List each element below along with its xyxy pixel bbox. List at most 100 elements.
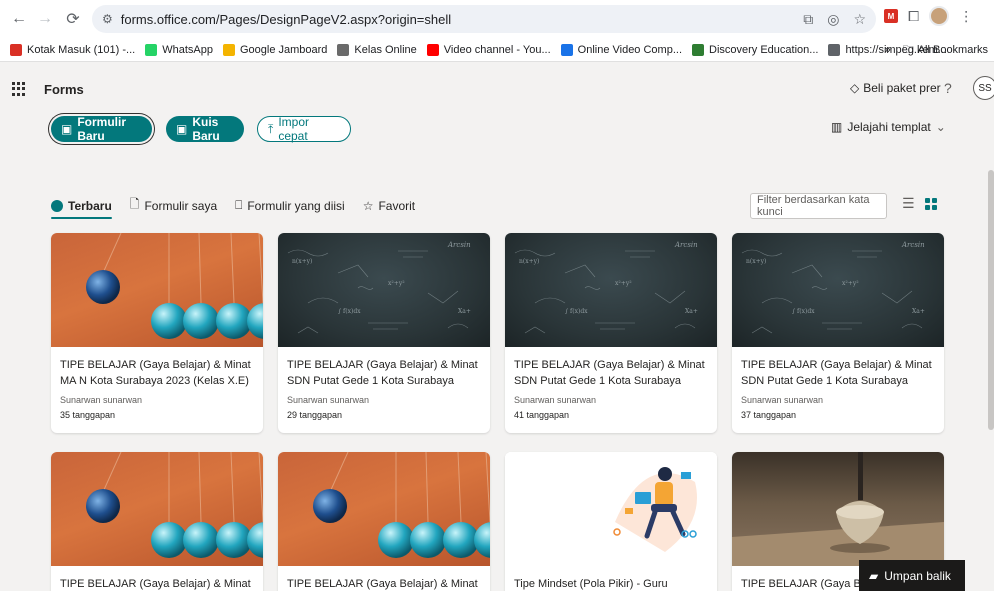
form-thumbnail bbox=[732, 452, 944, 566]
form-thumbnail bbox=[278, 452, 490, 566]
bookmarks-bar: Kotak Masuk (101) -... WhatsApp Google Jam… bbox=[0, 38, 994, 62]
form-author: Sunarwan sunarwan bbox=[287, 395, 370, 405]
svg-text:n(x+y): n(x+y) bbox=[746, 258, 766, 265]
upload-icon: ⤒ bbox=[268, 121, 274, 136]
site-info-icon[interactable]: ⚙ bbox=[102, 12, 113, 26]
form-thumbnail bbox=[51, 452, 263, 566]
svg-text:Xa+: Xa+ bbox=[685, 308, 698, 315]
svg-text:Xa+: Xa+ bbox=[912, 308, 925, 315]
form-thumbnail bbox=[505, 452, 717, 566]
url-text[interactable]: forms.office.com/Pages/DesignPageV2.aspx… bbox=[121, 12, 451, 27]
all-bookmarks-button[interactable]: 🗀 All Bookmarks bbox=[903, 41, 988, 60]
list-view-icon[interactable]: ☰ bbox=[902, 195, 915, 212]
response-count: 35 tanggapan bbox=[60, 410, 116, 420]
form-card[interactable]: TIPE BELAJAR (Gaya Belajar) & Minat MA N… bbox=[51, 233, 263, 433]
chrome-menu-icon[interactable]: ⋮ bbox=[959, 8, 973, 25]
form-thumbnail: Arcsin n(x+y) x²+y² ∫ f(x)dx Xa+ bbox=[732, 233, 944, 347]
tab-filled-forms[interactable]: ⎕ Formulir yang diisi bbox=[235, 198, 345, 219]
profile-avatar[interactable] bbox=[929, 6, 950, 26]
app-title[interactable]: Forms bbox=[44, 82, 84, 97]
bookmark-item[interactable]: WhatsApp bbox=[145, 43, 213, 56]
feedback-icon: ▰ bbox=[869, 568, 879, 583]
form-card[interactable]: Tipe Mindset (Pola Pikir) - Guru bbox=[505, 452, 717, 591]
more-bookmarks-icon[interactable]: » bbox=[885, 44, 891, 56]
bookmark-item[interactable]: Discovery Education... bbox=[692, 43, 819, 56]
svg-text:x²+y²: x²+y² bbox=[388, 280, 405, 287]
svg-text:x²+y²: x²+y² bbox=[615, 280, 632, 287]
card-body: TIPE BELAJAR (Gaya Belajar) & Minat MA bbox=[51, 566, 263, 591]
bookmark-item[interactable]: Google Jamboard bbox=[222, 43, 328, 56]
extension-icon[interactable]: M bbox=[884, 9, 898, 23]
scrollbar[interactable] bbox=[988, 170, 994, 430]
youtube-icon bbox=[426, 43, 439, 56]
chevron-down-icon: ⌄ bbox=[935, 120, 946, 134]
bookmark-label: Google Jamboard bbox=[239, 43, 328, 56]
quiz-icon: ▣ bbox=[176, 122, 188, 136]
response-count: 41 tanggapan bbox=[514, 410, 570, 420]
bookmark-item[interactable]: Kotak Masuk (101) -... bbox=[10, 43, 136, 56]
extensions-puzzle-icon[interactable]: ⧠ bbox=[908, 8, 919, 25]
tab-favorites[interactable]: ☆ Favorit bbox=[363, 199, 415, 219]
bookmark-label: WhatsApp bbox=[162, 43, 213, 56]
form-thumbnail: Arcsin n(x+y) x²+y² ∫ f(x)dx Xa+ bbox=[505, 233, 717, 347]
install-app-icon[interactable]: ⧉ bbox=[803, 11, 813, 28]
bookmark-item[interactable]: Video channel - You... bbox=[426, 43, 551, 56]
help-icon[interactable]: ? bbox=[944, 80, 952, 96]
feedback-button[interactable]: ▰ Umpan balik bbox=[859, 560, 965, 591]
feedback-label: Umpan balik bbox=[884, 568, 951, 583]
whatsapp-icon bbox=[145, 43, 158, 56]
quick-import-label: Impor cepat bbox=[278, 115, 309, 143]
document-icon: 🗋 bbox=[129, 197, 140, 211]
globe-icon bbox=[692, 43, 704, 56]
grid-view-icon[interactable] bbox=[925, 198, 937, 210]
card-body: TIPE BELAJAR (Gaya Belajar) & Minat MA N… bbox=[51, 347, 263, 430]
svg-text:n(x+y): n(x+y) bbox=[519, 258, 539, 265]
forward-icon[interactable]: → bbox=[34, 8, 56, 30]
back-icon[interactable]: ← bbox=[8, 8, 30, 30]
bookmark-item[interactable]: Kelas Online bbox=[337, 43, 417, 56]
svg-text:∫ f(x)dx: ∫ f(x)dx bbox=[338, 308, 361, 315]
bookmark-label: Kotak Masuk (101) -... bbox=[27, 43, 136, 56]
form-thumbnail: Arcsin n(x+y) x²+y² ∫ f(x)dx Xa+ bbox=[278, 233, 490, 347]
tab-recent[interactable]: Terbaru bbox=[51, 199, 112, 219]
app-launcher-icon[interactable] bbox=[12, 82, 26, 96]
form-card[interactable]: Arcsin n(x+y) x²+y² ∫ f(x)dx Xa+ TIPE BELAJAR… bbox=[505, 233, 717, 433]
form-card[interactable]: Arcsin n(x+y) x²+y² ∫ f(x)dx Xa+ TIPE BELAJAR… bbox=[278, 233, 490, 433]
tab-label: Terbaru bbox=[68, 198, 112, 213]
bookmark-label: Discovery Education... bbox=[709, 43, 819, 56]
address-bar[interactable]: ⚙ forms.office.com/Pages/DesignPageV2.as… bbox=[92, 5, 876, 33]
tab-my-forms[interactable]: 🗋 Formulir saya bbox=[130, 195, 217, 222]
form-card[interactable]: Arcsin n(x+y) x²+y² ∫ f(x)dx Xa+ TIPE BELAJAR… bbox=[732, 233, 944, 433]
explore-templates-button[interactable]: ▥ Jelajahi templat ⌄ bbox=[831, 120, 946, 134]
premium-link[interactable]: ◇ Beli paket prer bbox=[850, 81, 941, 95]
form-title: TIPE BELAJAR (Gaya Belajar) & Minat MA N… bbox=[60, 359, 251, 387]
star-icon: ☆ bbox=[362, 198, 374, 213]
tab-label: Formulir yang diisi bbox=[247, 198, 345, 213]
new-quiz-button[interactable]: ▣ Kuis Baru bbox=[166, 115, 244, 143]
form-author: Sunarwan sunarwan bbox=[60, 395, 143, 405]
bookmark-star-icon[interactable]: ☆ bbox=[853, 11, 866, 28]
form-title: Tipe Mindset (Pola Pikir) - Guru bbox=[514, 578, 668, 590]
svg-text:x²+y²: x²+y² bbox=[842, 280, 859, 287]
reload-icon[interactable]: ⟳ bbox=[62, 8, 84, 30]
bookmark-item[interactable]: Online Video Comp... bbox=[560, 43, 682, 56]
folder-icon: 🗀 bbox=[902, 43, 914, 56]
svg-text:∫ f(x)dx: ∫ f(x)dx bbox=[565, 308, 588, 315]
bookmark-label: Online Video Comp... bbox=[577, 43, 682, 56]
new-form-button[interactable]: ▣ Formulir Baru bbox=[51, 115, 152, 143]
premium-label: Beli paket prer bbox=[863, 81, 941, 95]
form-card[interactable]: TIPE BELAJAR (Gaya Belajar) & Minat MA bbox=[51, 452, 263, 591]
tab-label: Formulir saya bbox=[144, 198, 218, 213]
new-form-label: Formulir Baru bbox=[77, 115, 127, 143]
svg-text:Xa+: Xa+ bbox=[458, 308, 471, 315]
user-avatar[interactable]: SS bbox=[973, 76, 994, 100]
tracking-icon[interactable]: ◎ bbox=[827, 11, 839, 28]
main-content: Terbaru 🗋 Formulir saya ⎕ Formulir yang … bbox=[0, 170, 994, 591]
library-icon: ▥ bbox=[831, 120, 843, 134]
web-icon bbox=[828, 43, 841, 56]
form-title: TIPE BELAJAR (Gaya Belajar) & Minat MA bbox=[287, 578, 478, 590]
forms-header: Forms ◇ Beli paket prer ? SS ▣ Formulir … bbox=[0, 62, 994, 170]
form-card[interactable]: TIPE BELAJAR (Gaya Belajar) & Minat MA bbox=[278, 452, 490, 591]
filter-input[interactable]: Filter berdasarkan kata kunci bbox=[750, 193, 887, 219]
quick-import-button[interactable]: ⤒ Impor cepat bbox=[257, 115, 351, 143]
